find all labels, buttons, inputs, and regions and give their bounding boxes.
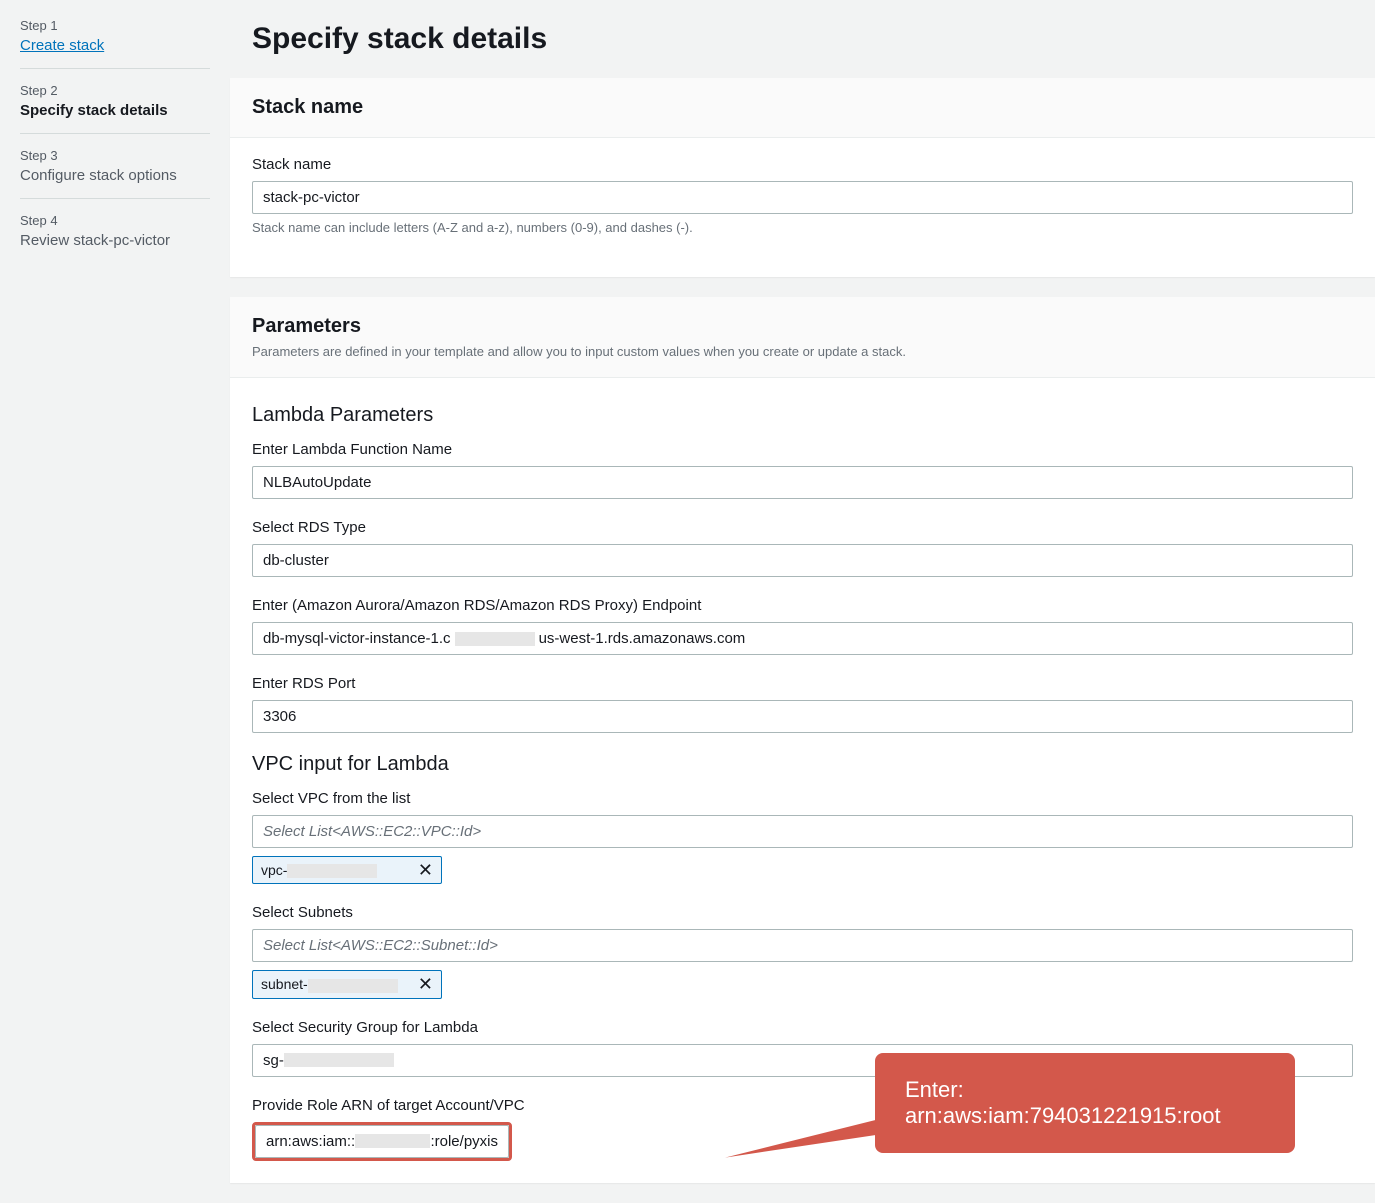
panel-header: Parameters Parameters are defined in you…	[230, 297, 1375, 378]
role-arn-input[interactable]: arn:aws:iam:: :role/pyxis	[255, 1125, 509, 1158]
endpoint-prefix: db-mysql-victor-instance-1.c	[263, 630, 451, 647]
step-label: Step 2	[20, 83, 210, 98]
panel-title: Parameters	[252, 315, 1353, 338]
vpc-select[interactable]: Select List<AWS::EC2::VPC::Id>	[252, 815, 1353, 848]
step-title: Review stack-pc-victor	[20, 232, 210, 249]
vpc-section-title: VPC input for Lambda	[252, 753, 1353, 776]
stack-name-panel: Stack name Stack name Stack name can inc…	[230, 78, 1375, 277]
remove-tag-icon[interactable]: ✕	[418, 863, 433, 877]
redacted-text	[308, 979, 398, 993]
step-title: Specify stack details	[20, 102, 210, 119]
panel-title: Stack name	[252, 96, 1353, 119]
callout-line1: Enter:	[905, 1077, 1265, 1103]
redacted-text	[355, 1134, 430, 1148]
parameters-panel: Parameters Parameters are defined in you…	[230, 297, 1375, 1183]
main-content: Specify stack details Stack name Stack n…	[230, 0, 1375, 1203]
sidebar-step-3[interactable]: Step 3 Configure stack options	[20, 148, 210, 199]
lambda-name-label: Enter Lambda Function Name	[252, 441, 1353, 458]
rds-type-input[interactable]	[252, 544, 1353, 577]
stack-name-hint: Stack name can include letters (A-Z and …	[252, 220, 1353, 235]
subnets-label: Select Subnets	[252, 904, 1353, 921]
redacted-text	[455, 632, 535, 646]
vpc-label: Select VPC from the list	[252, 790, 1353, 807]
step-label: Step 3	[20, 148, 210, 163]
rds-port-label: Enter RDS Port	[252, 675, 1353, 692]
sg-prefix: sg-	[263, 1052, 284, 1069]
instruction-callout: Enter: arn:aws:iam:794031221915:root	[875, 1053, 1295, 1153]
subnet-tag: subnet- ✕	[252, 970, 442, 998]
step-title[interactable]: Create stack	[20, 37, 210, 54]
page-title: Specify stack details	[230, 10, 1375, 78]
sidebar-step-2[interactable]: Step 2 Specify stack details	[20, 83, 210, 134]
subnets-select[interactable]: Select List<AWS::EC2::Subnet::Id>	[252, 929, 1353, 962]
arn-prefix: arn:aws:iam::	[266, 1133, 355, 1150]
vpc-tag: vpc- ✕	[252, 856, 442, 884]
panel-subtitle: Parameters are defined in your template …	[252, 344, 1353, 359]
endpoint-label: Enter (Amazon Aurora/Amazon RDS/Amazon R…	[252, 597, 1353, 614]
lambda-section-title: Lambda Parameters	[252, 404, 1353, 427]
role-arn-highlight: arn:aws:iam:: :role/pyxis	[252, 1122, 512, 1161]
sg-label: Select Security Group for Lambda	[252, 1019, 1353, 1036]
callout-line2: arn:aws:iam:794031221915:root	[905, 1103, 1265, 1129]
step-label: Step 4	[20, 213, 210, 228]
stack-name-input[interactable]	[252, 181, 1353, 214]
sidebar-step-1[interactable]: Step 1 Create stack	[20, 18, 210, 69]
wizard-sidebar: Step 1 Create stack Step 2 Specify stack…	[0, 0, 230, 1203]
tag-prefix: subnet-	[261, 976, 308, 992]
tag-prefix: vpc-	[261, 862, 287, 878]
remove-tag-icon[interactable]: ✕	[418, 977, 433, 991]
sidebar-step-4[interactable]: Step 4 Review stack-pc-victor	[20, 213, 210, 263]
panel-header: Stack name	[230, 78, 1375, 138]
lambda-name-input[interactable]	[252, 466, 1353, 499]
arn-suffix: :role/pyxis	[430, 1133, 498, 1150]
stack-name-label: Stack name	[252, 156, 1353, 173]
endpoint-suffix: us-west-1.rds.amazonaws.com	[539, 630, 746, 647]
redacted-text	[284, 1053, 394, 1067]
step-label: Step 1	[20, 18, 210, 33]
rds-port-input[interactable]	[252, 700, 1353, 733]
endpoint-input[interactable]: db-mysql-victor-instance-1.c us-west-1.r…	[252, 622, 1353, 655]
rds-type-label: Select RDS Type	[252, 519, 1353, 536]
redacted-text	[287, 864, 377, 878]
step-title: Configure stack options	[20, 167, 210, 184]
